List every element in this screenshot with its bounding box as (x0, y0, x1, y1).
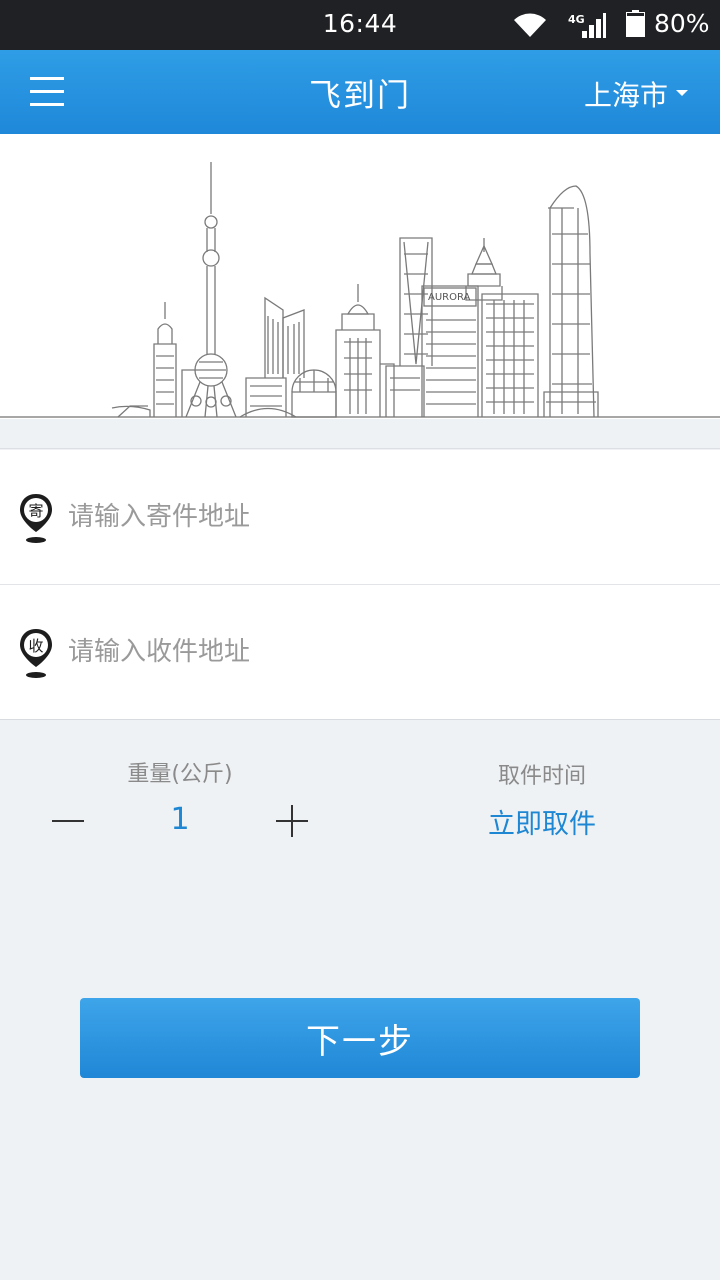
signal-icon (582, 13, 606, 38)
skyline-banner: AURORA (0, 134, 720, 419)
receiver-address-row[interactable]: 收 (0, 585, 720, 720)
weight-label: 重量(公斤) (127, 762, 233, 787)
battery-icon (626, 10, 645, 37)
receiver-pin-label: 收 (28, 637, 43, 655)
sender-address-input[interactable] (68, 494, 688, 540)
sender-address-row[interactable]: 寄 (0, 450, 720, 585)
pickup-time-label: 取件时间 (497, 764, 586, 789)
minus-icon (52, 820, 84, 822)
aurora-sign: AURORA (428, 292, 471, 303)
chevron-down-icon[interactable] (676, 90, 688, 96)
city-selector[interactable]: 上海市 (584, 74, 668, 114)
sender-pin-label: 寄 (28, 502, 43, 520)
pickup-time-selector[interactable]: 立即取件 (452, 802, 632, 841)
next-step-button[interactable]: 下一步 (80, 998, 640, 1078)
receiver-pin-icon: 收 (20, 629, 52, 678)
app-header: 飞到门 上海市 (0, 50, 720, 134)
sender-pin-icon: 寄 (20, 494, 52, 543)
increase-weight-button[interactable] (274, 804, 310, 840)
section-divider (0, 419, 720, 449)
skyline-illustration: AURORA (0, 162, 720, 418)
status-bar: 16:44 4G 80% (0, 0, 720, 50)
decrease-weight-button[interactable] (50, 806, 86, 836)
battery-percent: 80% (654, 9, 710, 38)
receiver-address-input[interactable] (68, 629, 688, 675)
wifi-icon (514, 13, 546, 37)
weight-value: 1 (170, 802, 190, 837)
status-time: 16:44 (322, 9, 398, 38)
